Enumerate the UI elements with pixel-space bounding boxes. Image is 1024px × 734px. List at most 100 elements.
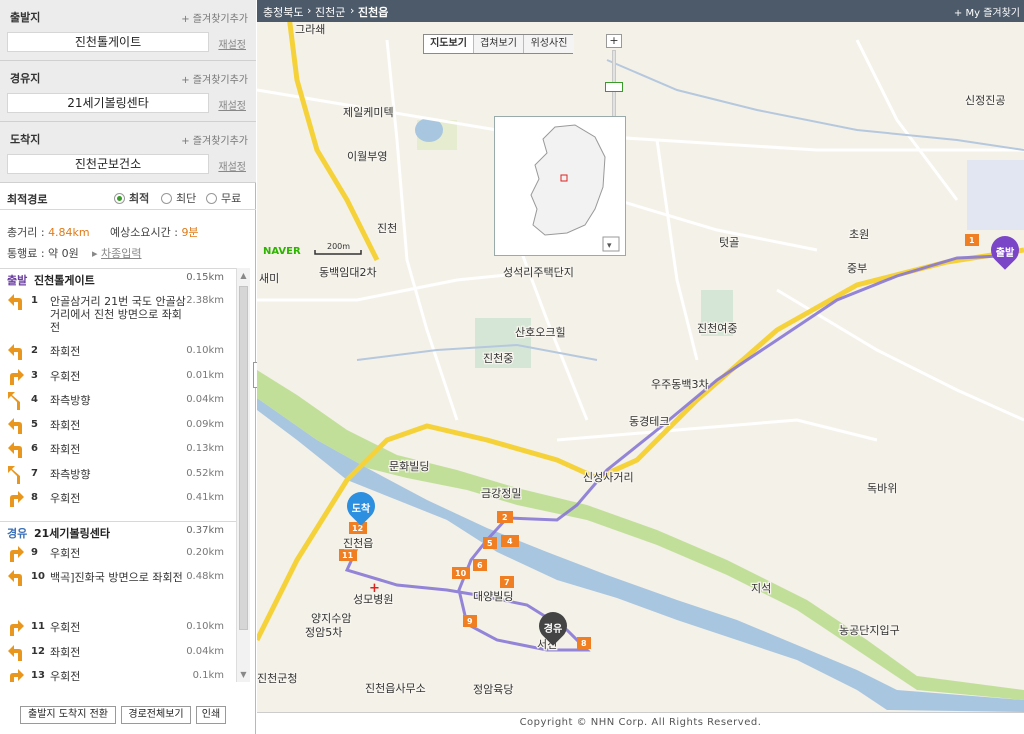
option-free[interactable]: 무료	[206, 190, 241, 206]
via-reset-link[interactable]: 재설정	[218, 97, 246, 112]
map-place-label: 금강정밀	[481, 487, 521, 500]
car-type-link[interactable]: ▸ 차종입력	[92, 245, 142, 261]
swap-button[interactable]: 출발지 도착지 전환	[20, 706, 116, 724]
step-instruction: 좌회전	[50, 645, 81, 659]
route-step[interactable]: 6 좌회전 0.13km	[0, 439, 236, 464]
scroll-thumb[interactable]	[239, 286, 248, 630]
step-number: 9	[31, 546, 38, 558]
breadcrumb: 충청북도 › 진천군 › 진천읍 + My 즐겨찾기	[257, 0, 1024, 22]
end-input[interactable]: 진천군보건소	[7, 154, 209, 174]
start-reset-link[interactable]: 재설정	[218, 36, 246, 51]
step-distance: 0.48km	[186, 571, 224, 582]
map-area[interactable]: 1 2 4 5 6 7 8 9 10 11 12 NAVER 200m + 그라…	[257, 0, 1024, 734]
map-type-satellite[interactable]: 위성사진	[524, 35, 574, 53]
breadcrumb-province[interactable]: 충청북도	[263, 4, 303, 20]
map-place-label: 신성사거리	[583, 471, 634, 484]
radio-optimal[interactable]	[114, 193, 125, 204]
via-fav-link[interactable]: + 즐겨찾기추가	[181, 71, 248, 86]
secondary-roads	[356, 59, 1024, 361]
map-type-switcher: 지도보기 겹쳐보기 위성사진	[423, 34, 574, 54]
route-step[interactable]: 11 우회전 0.10km	[0, 617, 236, 642]
svg-text:11: 11	[342, 551, 354, 560]
svg-text:6: 6	[477, 561, 483, 570]
overview-inset-map[interactable]: ▾	[494, 116, 626, 256]
section-tag: 경유	[7, 526, 28, 540]
start-input[interactable]: 진천톨게이트	[7, 32, 209, 52]
route-section-header[interactable]: 출발 진천톨게이트 0.15km	[0, 269, 236, 289]
zoom-handle[interactable]	[605, 82, 623, 92]
map-place-label: 초원	[849, 228, 869, 241]
map-place-label: 신정진공	[965, 94, 1005, 107]
section-name: 진천톨게이트	[34, 274, 95, 287]
option-shortest[interactable]: 최단	[161, 190, 196, 206]
section-name: 21세기볼링센타	[34, 526, 111, 540]
end-reset-link[interactable]: 재설정	[218, 158, 246, 173]
steps-scrollbar[interactable]: ▲ ▼	[236, 268, 250, 682]
step-distance: 2.38km	[186, 295, 224, 306]
route-step[interactable]: 9 우회전 0.20km	[0, 543, 236, 568]
my-favorites-link[interactable]: + My 즐겨찾기	[954, 4, 1020, 19]
start-marker-label: 출발	[995, 248, 1015, 259]
scroll-down-icon[interactable]: ▼	[239, 670, 248, 679]
overview-button[interactable]: 경로전체보기	[121, 706, 191, 724]
korea-outline: ▾	[530, 124, 620, 252]
minor-roads	[257, 39, 1024, 442]
route-step[interactable]: 10 백곡]진화국 방면으로 좌회전 0.48km	[0, 567, 236, 617]
route-step[interactable]: 5 좌회전 0.09km	[0, 415, 236, 440]
radio-shortest[interactable]	[161, 193, 172, 204]
step-distance: 0.04km	[186, 394, 224, 405]
scroll-up-icon[interactable]: ▲	[239, 271, 248, 280]
route-step[interactable]: 1 안골삼거리 21번 국도 안골삼거리에서 진천 방면으로 좌회전 2.38km	[0, 291, 236, 341]
map-place-label: 우주동백3차	[651, 378, 709, 391]
route-step[interactable]: 8 우회전 0.41km	[0, 488, 236, 513]
step-distance: 0.52km	[186, 467, 224, 479]
map-canvas[interactable]: 1 2 4 5 6 7 8 9 10 11 12 NAVER 200m + 그라…	[257, 0, 1024, 734]
end-title: 도착지	[10, 133, 41, 146]
end-fav-link[interactable]: + 즐겨찾기추가	[181, 132, 248, 147]
step-number: 3	[31, 369, 38, 381]
radio-free[interactable]	[206, 193, 217, 204]
map-type-map[interactable]: 지도보기	[424, 35, 474, 53]
option-optimal[interactable]: 최적	[114, 190, 149, 206]
zoom-in-button[interactable]: +	[606, 34, 622, 48]
step-distance: 0.41km	[186, 492, 224, 503]
route-step[interactable]: 2 좌회전 0.10km	[0, 341, 236, 366]
map-type-hybrid[interactable]: 겹쳐보기	[474, 35, 524, 53]
map-place-label: 진천여중	[697, 321, 737, 335]
map-place-label: 이월부영	[347, 150, 387, 163]
print-button[interactable]: 인쇄	[196, 706, 226, 724]
svg-text:9: 9	[467, 617, 473, 626]
step-distance: 0.04km	[186, 645, 224, 657]
svg-text:10: 10	[455, 569, 467, 578]
route-section-header[interactable]: 경유 21세기볼링센타 0.37km	[0, 520, 236, 541]
toll-fee: 통행료 : 약 0원	[7, 247, 79, 260]
route-options-bar: 최적경로 최적 최단 무료	[0, 184, 256, 210]
route-step[interactable]: 12 좌회전 0.04km	[0, 642, 236, 667]
map-place-label: 지석	[751, 582, 771, 595]
route-step[interactable]: 13 우회전 0.1km	[0, 666, 236, 682]
step-number: 10	[31, 571, 45, 582]
map-place-label: 독바위	[867, 482, 897, 495]
step-number: 12	[31, 645, 45, 657]
bottom-buttons: 출발지 도착지 전환 경로전체보기 인쇄	[0, 706, 256, 728]
svg-text:4: 4	[507, 537, 513, 546]
step-instruction: 우회전	[50, 546, 81, 560]
route-step[interactable]: 4 좌측방향 0.04km	[0, 390, 236, 415]
route-step[interactable]: 3 우회전 0.01km	[0, 366, 236, 391]
copyright-footer: Copyright © NHN Corp. All Rights Reserve…	[257, 712, 1024, 734]
step-instruction: 안골삼거리 21번 국도 안골삼거리에서 진천 방면으로 좌회전	[50, 295, 186, 334]
step-number: 4	[31, 394, 38, 405]
start-fav-link[interactable]: + 즐겨찾기추가	[181, 10, 248, 25]
map-place-label: 새미	[259, 272, 279, 285]
route-panel: 출발지 + 즐겨찾기추가 진천톨게이트 재설정 경유지 + 즐겨찾기추가 21세…	[0, 0, 256, 734]
via-title: 경유지	[10, 72, 41, 85]
breadcrumb-county[interactable]: 진천군	[315, 4, 345, 20]
end-marker-label: 도착	[351, 504, 371, 515]
step-number: 5	[31, 418, 38, 430]
route-step[interactable]: 7 좌측방향 0.52km	[0, 464, 236, 489]
map-place-label: 진천읍	[343, 536, 373, 550]
step-number: 1	[31, 295, 38, 306]
breadcrumb-town[interactable]: 진천읍	[358, 4, 388, 20]
step-distance: 0.13km	[186, 443, 224, 454]
via-input[interactable]: 21세기볼링센타	[7, 93, 209, 113]
